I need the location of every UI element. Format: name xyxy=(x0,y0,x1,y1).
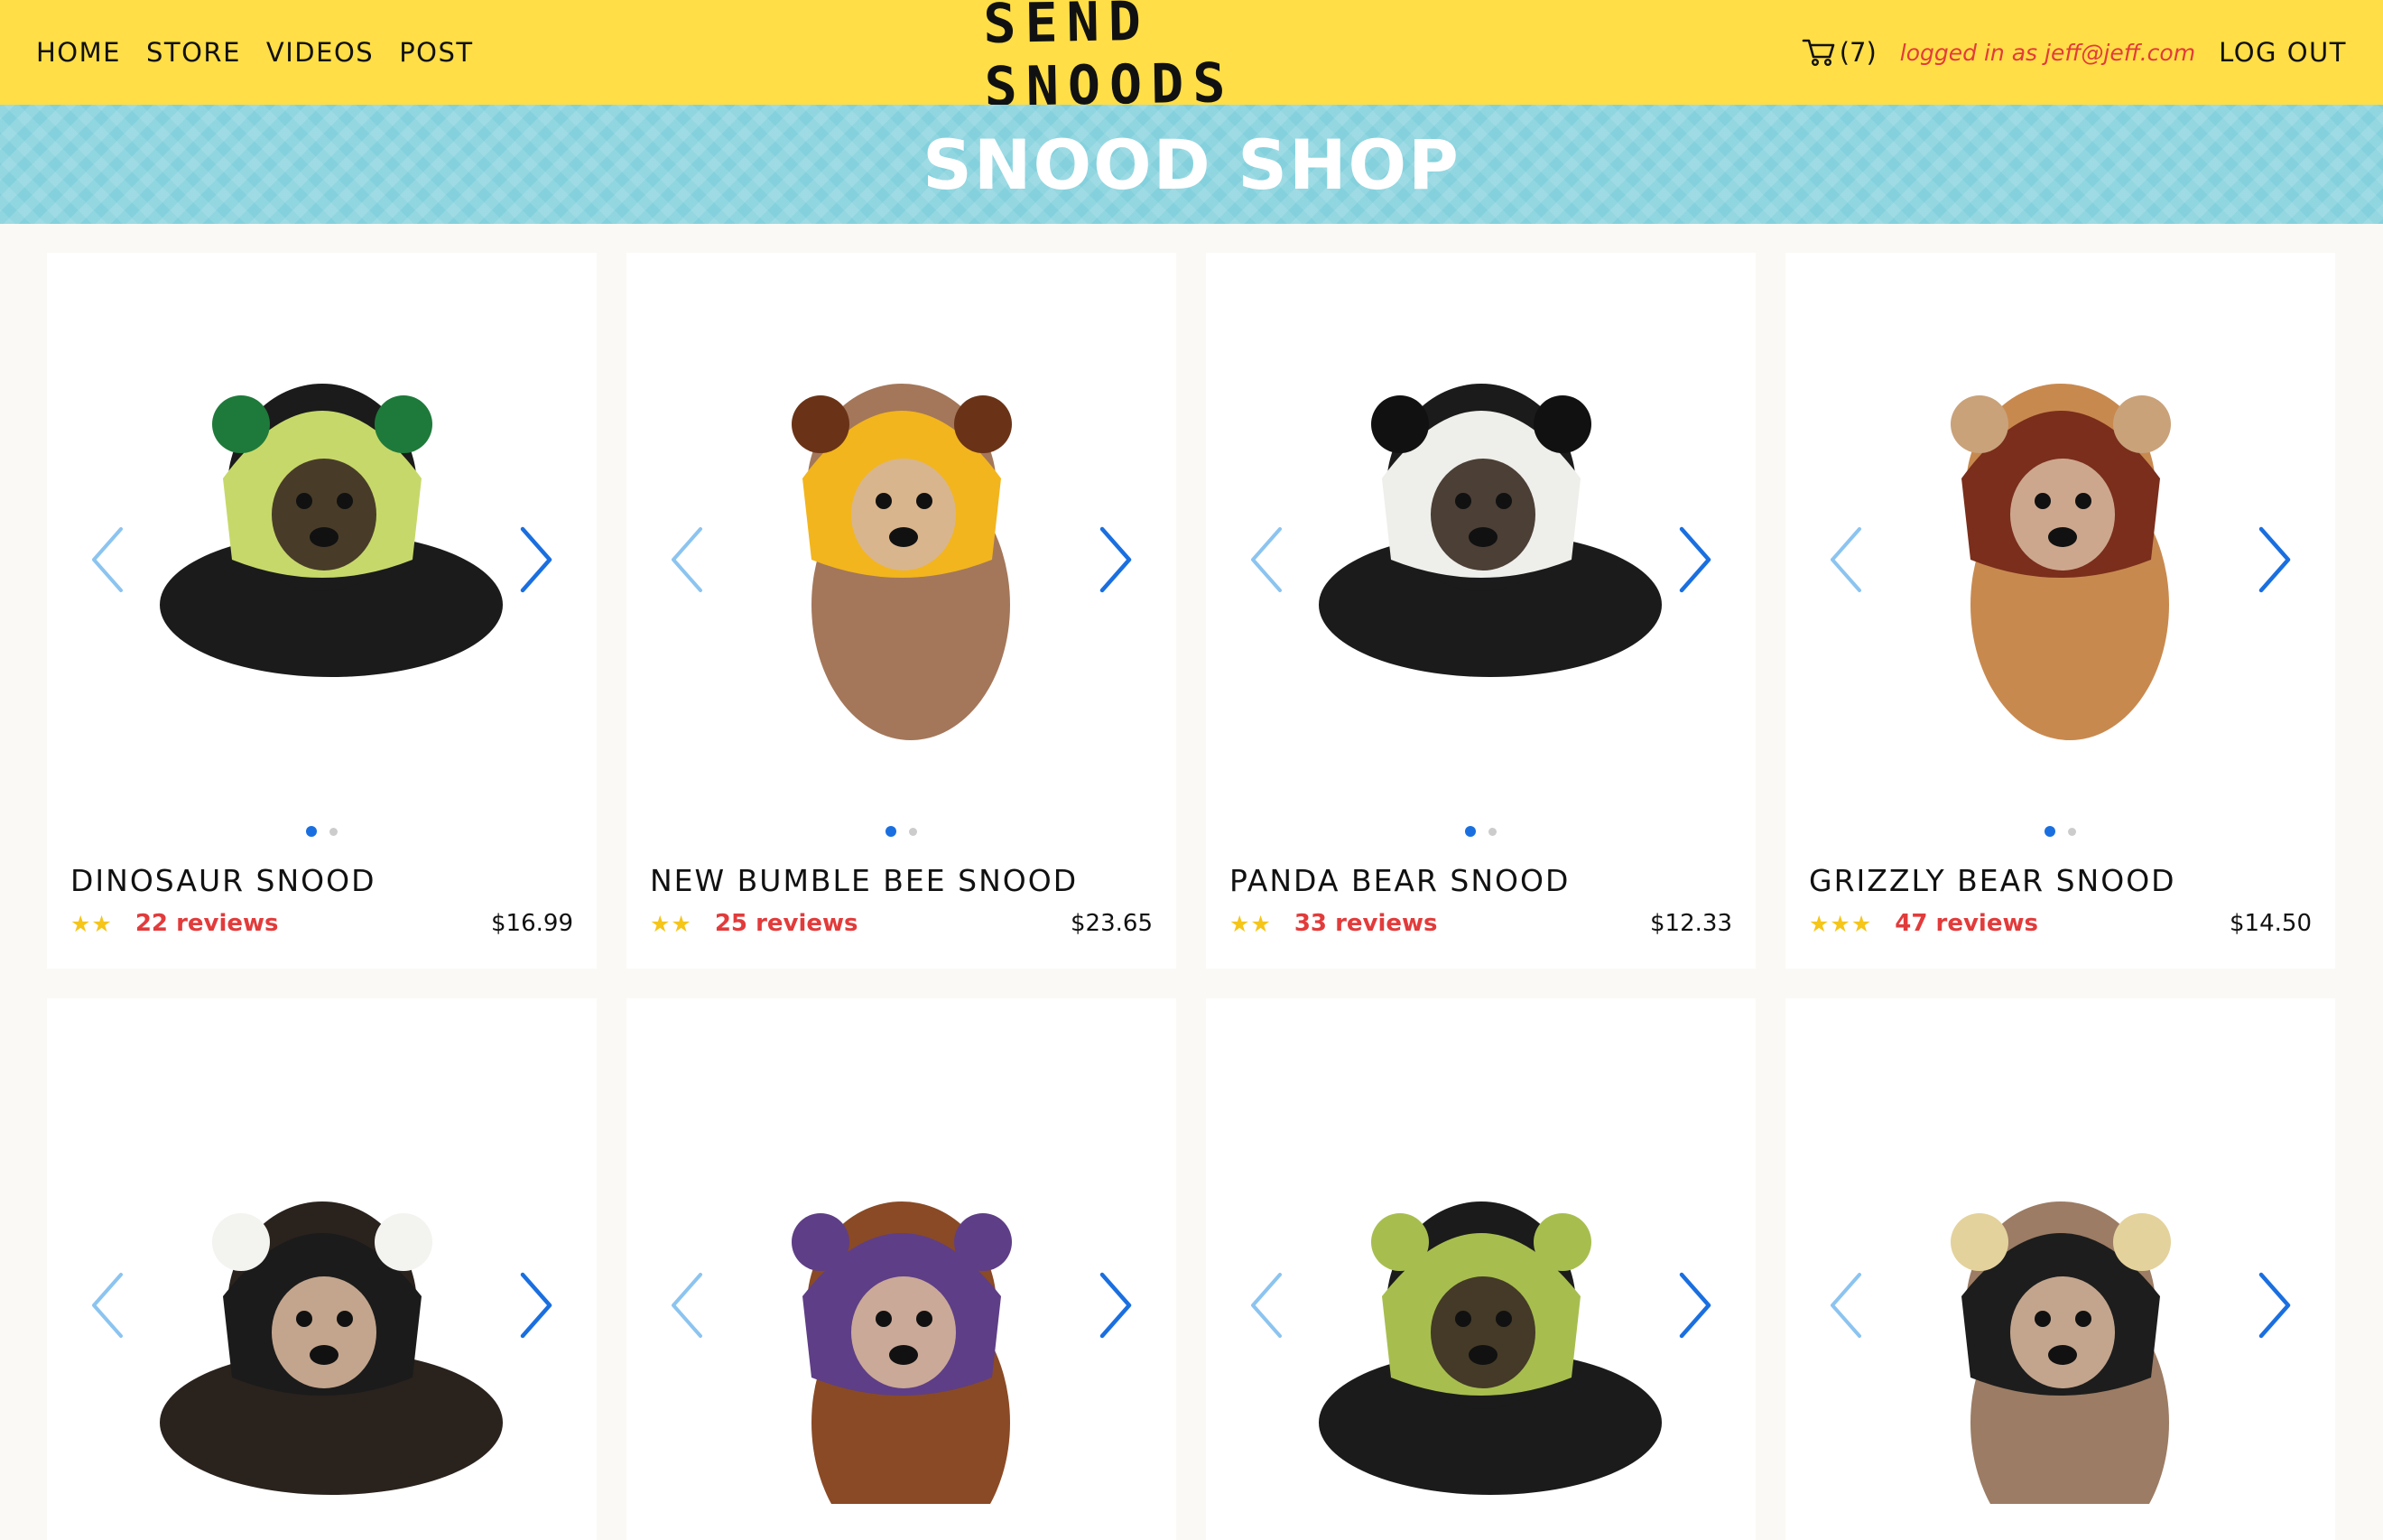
carousel-prev-arrow[interactable] xyxy=(1246,524,1287,596)
product-name[interactable]: NEW BUMBLE BEE SNOOD xyxy=(650,863,1078,898)
star-rating: ★ ★ xyxy=(650,913,691,935)
product-photo[interactable] xyxy=(47,998,597,1540)
carousel-prev-arrow[interactable] xyxy=(87,524,128,596)
carousel-next-arrow[interactable] xyxy=(515,524,557,596)
product-card[interactable] xyxy=(1785,998,2335,1540)
star-rating: ★ ★ ★ xyxy=(1809,913,1871,935)
carousel-prev-arrow[interactable] xyxy=(666,524,708,596)
star-icon: ★ xyxy=(671,910,691,937)
dog-photo-yoda-icon xyxy=(1318,1201,1662,1495)
star-icon: ★ xyxy=(1229,910,1250,937)
star-icon: ★ xyxy=(1809,910,1830,937)
carousel-prev-arrow[interactable] xyxy=(1246,1269,1287,1341)
carousel-next-arrow[interactable] xyxy=(1095,524,1136,596)
product-card[interactable]: DINOSAUR SNOOD ★ ★ 22 reviews $16.99 xyxy=(47,253,597,969)
star-icon: ★ xyxy=(1850,910,1872,937)
carousel-next-arrow[interactable] xyxy=(1095,1269,1136,1341)
product-photo[interactable] xyxy=(626,253,1176,794)
star-icon: ★ xyxy=(70,910,91,937)
product-card[interactable]: NEW BUMBLE BEE SNOOD ★ ★ 25 reviews $23.65 xyxy=(626,253,1176,969)
logged-in-status: logged in as jeff@jeff.com xyxy=(1899,39,2196,66)
dog-photo-bumblebee-icon xyxy=(791,384,1012,740)
page-banner: SNOOD SHOP xyxy=(0,105,2383,224)
carousel-dot[interactable] xyxy=(909,827,917,836)
reviews-link[interactable]: 47 reviews xyxy=(1895,910,2038,937)
carousel-dots xyxy=(1785,825,2335,838)
carousel-next-arrow[interactable] xyxy=(2254,1269,2295,1341)
product-meta: ★ ★ 33 reviews $12.33 xyxy=(1229,910,1732,937)
star-rating: ★ ★ xyxy=(1229,913,1271,935)
dog-photo-panda-icon xyxy=(1318,384,1662,677)
product-photo[interactable] xyxy=(47,253,597,794)
product-name[interactable]: DINOSAUR SNOOD xyxy=(70,863,376,898)
product-meta: ★ ★ ★ 47 reviews $14.50 xyxy=(1809,910,2312,937)
reviews-link[interactable]: 33 reviews xyxy=(1294,910,1438,937)
logout-button[interactable]: LOG OUT xyxy=(2219,37,2347,68)
product-card[interactable] xyxy=(626,998,1176,1540)
product-photo[interactable] xyxy=(1206,998,1756,1540)
dog-photo-purple-snood-icon xyxy=(791,1201,1012,1504)
carousel-prev-arrow[interactable] xyxy=(1825,1269,1867,1341)
star-icon: ★ xyxy=(1830,910,1850,937)
nav-home-link[interactable]: HOME xyxy=(36,37,121,68)
carousel-prev-arrow[interactable] xyxy=(666,1269,708,1341)
carousel-dot[interactable] xyxy=(306,826,317,837)
shopping-cart-icon xyxy=(1802,39,1835,67)
nav-store-link[interactable]: STORE xyxy=(146,37,241,68)
product-card[interactable] xyxy=(1206,998,1756,1540)
carousel-dot[interactable] xyxy=(329,827,338,836)
product-grid: DINOSAUR SNOOD ★ ★ 22 reviews $16.99 NEW BUM… xyxy=(47,253,2335,1540)
user-nav: (7) logged in as jeff@jeff.com LOG OUT xyxy=(1802,0,2347,105)
carousel-next-arrow[interactable] xyxy=(1674,1269,1716,1341)
carousel-dot[interactable] xyxy=(2045,826,2055,837)
reviews-link[interactable]: 22 reviews xyxy=(135,910,279,937)
product-photo[interactable] xyxy=(626,998,1176,1540)
star-rating: ★ ★ xyxy=(70,913,112,935)
carousel-next-arrow[interactable] xyxy=(1674,524,1716,596)
star-icon: ★ xyxy=(1250,910,1271,937)
cart-button[interactable]: (7) xyxy=(1802,37,1877,68)
carousel-dot[interactable] xyxy=(1465,826,1476,837)
carousel-dot[interactable] xyxy=(886,826,896,837)
carousel-dots xyxy=(47,825,597,838)
carousel-next-arrow[interactable] xyxy=(2254,524,2295,596)
carousel-next-arrow[interactable] xyxy=(515,1269,557,1341)
carousel-dots xyxy=(1206,825,1756,838)
product-card[interactable]: GRIZZLY BEAR SNOOD ★ ★ ★ 47 reviews $14.50 xyxy=(1785,253,2335,969)
carousel-dots xyxy=(626,825,1176,838)
product-meta: ★ ★ 22 reviews $16.99 xyxy=(70,910,573,937)
star-icon: ★ xyxy=(91,910,112,937)
carousel-prev-arrow[interactable] xyxy=(1825,524,1867,596)
carousel-prev-arrow[interactable] xyxy=(87,1269,128,1341)
product-name[interactable]: PANDA BEAR SNOOD xyxy=(1229,863,1570,898)
product-photo[interactable] xyxy=(1206,253,1756,794)
nav-post-link[interactable]: POST xyxy=(399,37,473,68)
dog-photo-grizzly-icon xyxy=(1950,384,2171,740)
product-price: $12.33 xyxy=(1650,910,1732,937)
page-title: SNOOD SHOP xyxy=(923,124,1460,205)
site-logo[interactable]: SEND SNOODS xyxy=(983,0,1399,119)
carousel-dot[interactable] xyxy=(2068,827,2076,836)
product-price: $14.50 xyxy=(2230,910,2312,937)
product-card[interactable]: PANDA BEAR SNOOD ★ ★ 33 reviews $12.33 xyxy=(1206,253,1756,969)
product-card[interactable] xyxy=(47,998,597,1540)
star-icon: ★ xyxy=(650,910,671,937)
product-price: $16.99 xyxy=(491,910,573,937)
nav-videos-link[interactable]: VIDEOS xyxy=(266,37,374,68)
dog-photo-cow-icon xyxy=(159,1201,503,1495)
dog-photo-black-bear-icon xyxy=(1950,1201,2171,1504)
product-photo[interactable] xyxy=(1785,998,2335,1540)
top-navigation-bar: HOME STORE VIDEOS POST SEND SNOODS (7) l… xyxy=(0,0,2383,119)
product-price: $23.65 xyxy=(1071,910,1153,937)
cart-count: (7) xyxy=(1839,37,1877,68)
reviews-link[interactable]: 25 reviews xyxy=(715,910,858,937)
product-name[interactable]: GRIZZLY BEAR SNOOD xyxy=(1809,863,2176,898)
product-meta: ★ ★ 25 reviews $23.65 xyxy=(650,910,1153,937)
carousel-dot[interactable] xyxy=(1488,827,1497,836)
dog-photo-dinosaur-icon xyxy=(159,384,503,677)
main-nav: HOME STORE VIDEOS POST xyxy=(36,0,474,105)
product-photo[interactable] xyxy=(1785,253,2335,794)
